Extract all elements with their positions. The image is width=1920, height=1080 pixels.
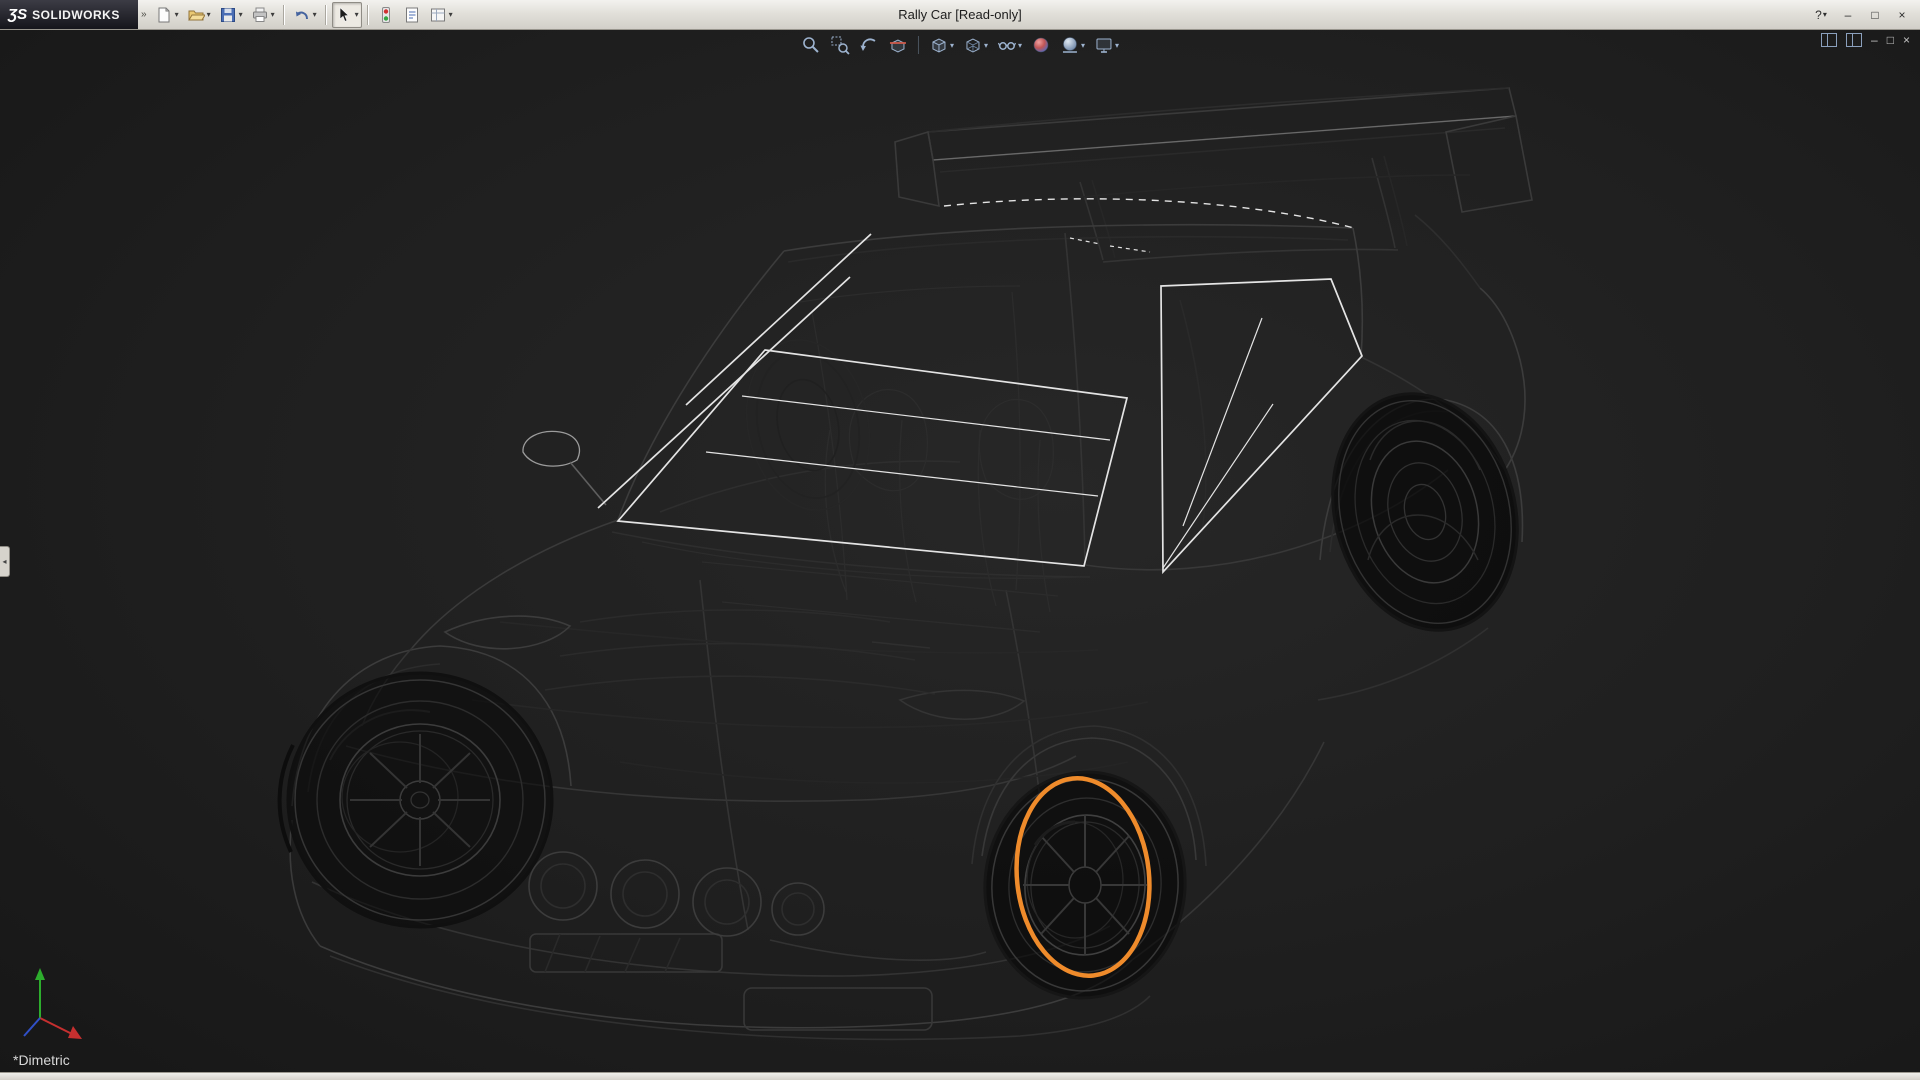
chevron-down-icon[interactable]: ▾ (1018, 41, 1022, 50)
document-restore-button[interactable]: □ (1887, 34, 1894, 46)
toolbar-separator (367, 5, 369, 25)
zoom-to-fit-button[interactable] (799, 33, 823, 57)
orientation-triad (24, 968, 82, 1039)
chevron-down-icon[interactable]: ▾ (449, 11, 453, 19)
front-lamp-pods (529, 852, 824, 936)
hide-show-items-button[interactable]: ▾ (995, 33, 1024, 57)
new-document-button[interactable]: ▾ (152, 2, 182, 28)
window-title: Rally Car [Read-only] (898, 0, 1022, 29)
display-style-button[interactable]: ▾ (961, 33, 990, 57)
view-settings-button[interactable]: ▾ (1092, 33, 1121, 57)
help-button[interactable]: ?▾ (1809, 4, 1833, 26)
options-icon (429, 6, 447, 24)
view-orientation-button[interactable]: ▾ (927, 33, 956, 57)
zoom-to-fit-icon (801, 35, 821, 55)
chevron-down-icon[interactable]: ▾ (175, 11, 179, 19)
file-properties-button[interactable] (400, 2, 424, 28)
chevron-down-icon[interactable]: ▾ (1115, 41, 1119, 50)
split-pane-icon[interactable] (1821, 33, 1837, 47)
close-button[interactable]: × (1890, 4, 1914, 26)
print-icon (251, 6, 269, 24)
triad-y-arrow (35, 968, 45, 980)
graphics-area[interactable]: ▾ ▾ ▾ ▾ ▾ – □ × ◂ *Dimetric (0, 0, 1920, 1080)
previous-view-icon (859, 35, 879, 55)
interior-wires (642, 286, 1080, 632)
apply-scene-icon (1060, 35, 1080, 55)
file-properties-icon (403, 6, 421, 24)
undo-button[interactable]: ▾ (290, 2, 320, 28)
chevron-down-icon[interactable]: ▾ (207, 11, 211, 19)
section-view-icon (888, 35, 908, 55)
undo-icon (293, 6, 311, 24)
toolbar-overflow-icon[interactable]: » (141, 9, 147, 20)
chevron-down-icon[interactable]: ▾ (271, 11, 275, 19)
toolbar-separator (918, 36, 919, 54)
solidworks-logo-glyph: ƷS (8, 6, 27, 23)
solidworks-brand-text: SOLIDWORKS (32, 8, 120, 22)
maximize-button[interactable]: □ (1863, 4, 1887, 26)
options-button[interactable]: ▾ (426, 2, 456, 28)
document-window-controls: – □ × (1821, 33, 1910, 47)
save-button[interactable]: ▾ (216, 2, 246, 28)
chevron-down-icon[interactable]: ▾ (984, 41, 988, 50)
toolbar-separator (283, 5, 285, 25)
view-settings-icon (1094, 35, 1114, 55)
rear-right-wheel (1307, 373, 1543, 651)
heads-up-view-toolbar: ▾ ▾ ▾ ▾ ▾ (799, 33, 1121, 57)
rebuild-button[interactable] (374, 2, 398, 28)
minimize-button[interactable]: – (1836, 4, 1860, 26)
chevron-down-icon[interactable]: ▾ (313, 11, 317, 19)
previous-view-button[interactable] (857, 33, 881, 57)
chevron-down-icon[interactable]: ▾ (1081, 41, 1085, 50)
chevron-down-icon[interactable]: ▾ (950, 41, 954, 50)
chevron-down-icon: ▾ (1823, 10, 1827, 19)
chevron-down-icon[interactable]: ▾ (239, 11, 243, 19)
featuremanager-flyout-tab[interactable]: ◂ (0, 546, 10, 577)
select-cursor-icon (335, 6, 353, 24)
window-controls: ?▾ – □ × (1809, 0, 1914, 29)
toolbar-separator (325, 5, 327, 25)
save-icon (219, 6, 237, 24)
display-style-icon (963, 35, 983, 55)
flyout-arrow-icon: ◂ (2, 557, 6, 566)
section-view-button[interactable] (886, 33, 910, 57)
chevron-down-icon[interactable]: ▾ (355, 11, 359, 19)
rear-wing-wires (895, 88, 1532, 262)
edit-appearance-icon (1031, 35, 1051, 55)
rebuild-icon (377, 6, 395, 24)
open-icon (187, 6, 205, 24)
title-bar: ƷS SOLIDWORKS » ▾ ▾ ▾ ▾ ▾ ▾ ▾ Rally Car … (0, 0, 1920, 30)
zoom-to-area-icon (830, 35, 850, 55)
rear-left-wheel (731, 328, 884, 521)
front-left-wheel (280, 673, 552, 927)
solidworks-logo: ƷS SOLIDWORKS (0, 0, 138, 29)
document-close-button[interactable]: × (1903, 34, 1910, 46)
view-orientation-label: *Dimetric (13, 1052, 70, 1068)
help-icon: ? (1815, 8, 1822, 22)
split-pane-horizontal-icon[interactable] (1846, 33, 1862, 47)
select-button[interactable]: ▾ (332, 2, 362, 28)
hide-show-items-icon (997, 35, 1017, 55)
edit-appearance-button[interactable] (1029, 33, 1053, 57)
apply-scene-button[interactable]: ▾ (1058, 33, 1087, 57)
open-button[interactable]: ▾ (184, 2, 214, 28)
zoom-to-area-button[interactable] (828, 33, 852, 57)
rally-car-model-canvas[interactable] (0, 0, 1920, 1080)
print-button[interactable]: ▾ (248, 2, 278, 28)
new-document-icon (155, 6, 173, 24)
view-orientation-icon (929, 35, 949, 55)
document-minimize-button[interactable]: – (1871, 34, 1878, 46)
status-bar-strip (0, 1072, 1920, 1080)
front-right-wheel (976, 764, 1195, 1007)
